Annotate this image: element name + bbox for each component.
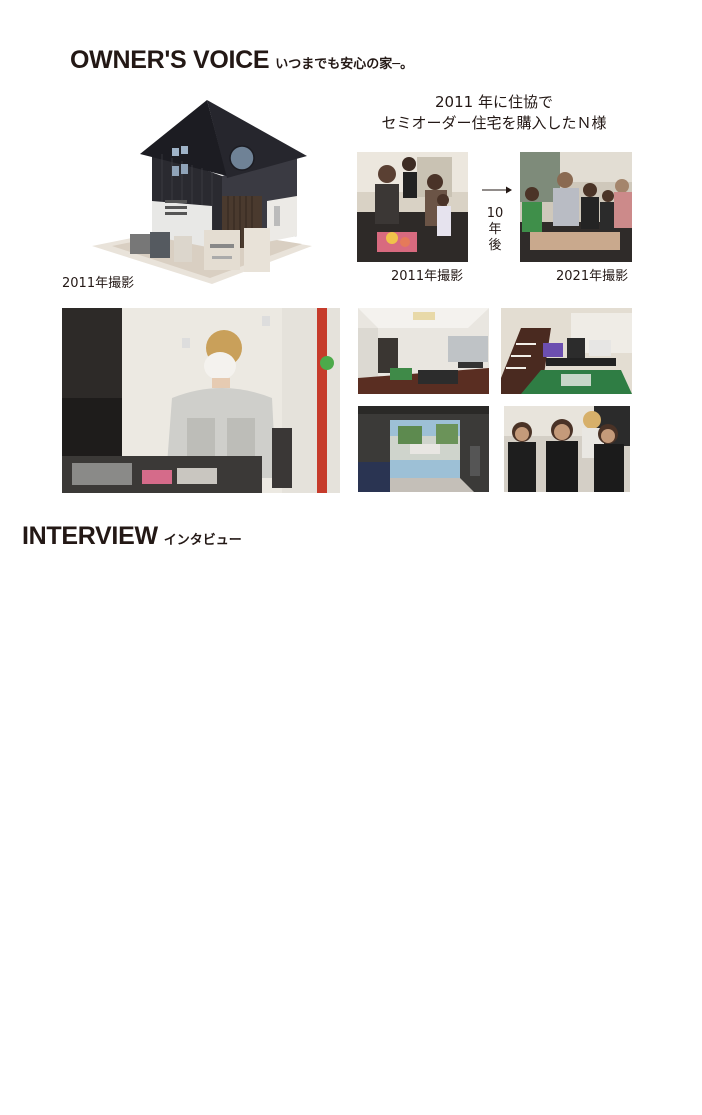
ten-years-label-line-1: 10 [486,206,504,221]
family-photo-2021 [520,152,632,262]
interior-photo-living [358,308,489,394]
interview-heading: INTERVIEW インタビュー [22,522,242,551]
intro-text: 2011 年に住協で セミオーダー住宅を購入したＮ様 [344,92,644,134]
intro-line-2: セミオーダー住宅を購入したＮ様 [381,114,607,132]
interview-subtitle: インタビュー [163,533,242,548]
ten-years-label-line-2: 年 [488,222,502,237]
family-photo-2011 [357,152,468,262]
kids-photo [504,406,630,492]
family-2021-caption: 2021年撮影 [556,269,629,284]
ten-years-later-label: 10 年 後 [485,206,505,254]
owners-voice-heading: OWNER'S VOICE いつまでも安心の家─。 [70,46,413,75]
interview-photo [62,308,340,493]
owners-voice-title: OWNER'S VOICE [70,46,270,74]
interior-photo-game-room [501,308,632,394]
house-photo [92,96,312,286]
owners-voice-subtitle: いつまでも安心の家─。 [275,57,414,72]
family-2011-caption: 2011年撮影 [391,269,464,284]
house-photo-caption: 2011年撮影 [62,276,135,291]
intro-line-1: 2011 年に住協で [435,93,553,111]
interview-title: INTERVIEW [22,522,158,550]
ten-years-label-line-3: 後 [488,238,502,253]
arrow-right-icon [482,180,512,194]
interior-photo-garage [358,406,489,492]
